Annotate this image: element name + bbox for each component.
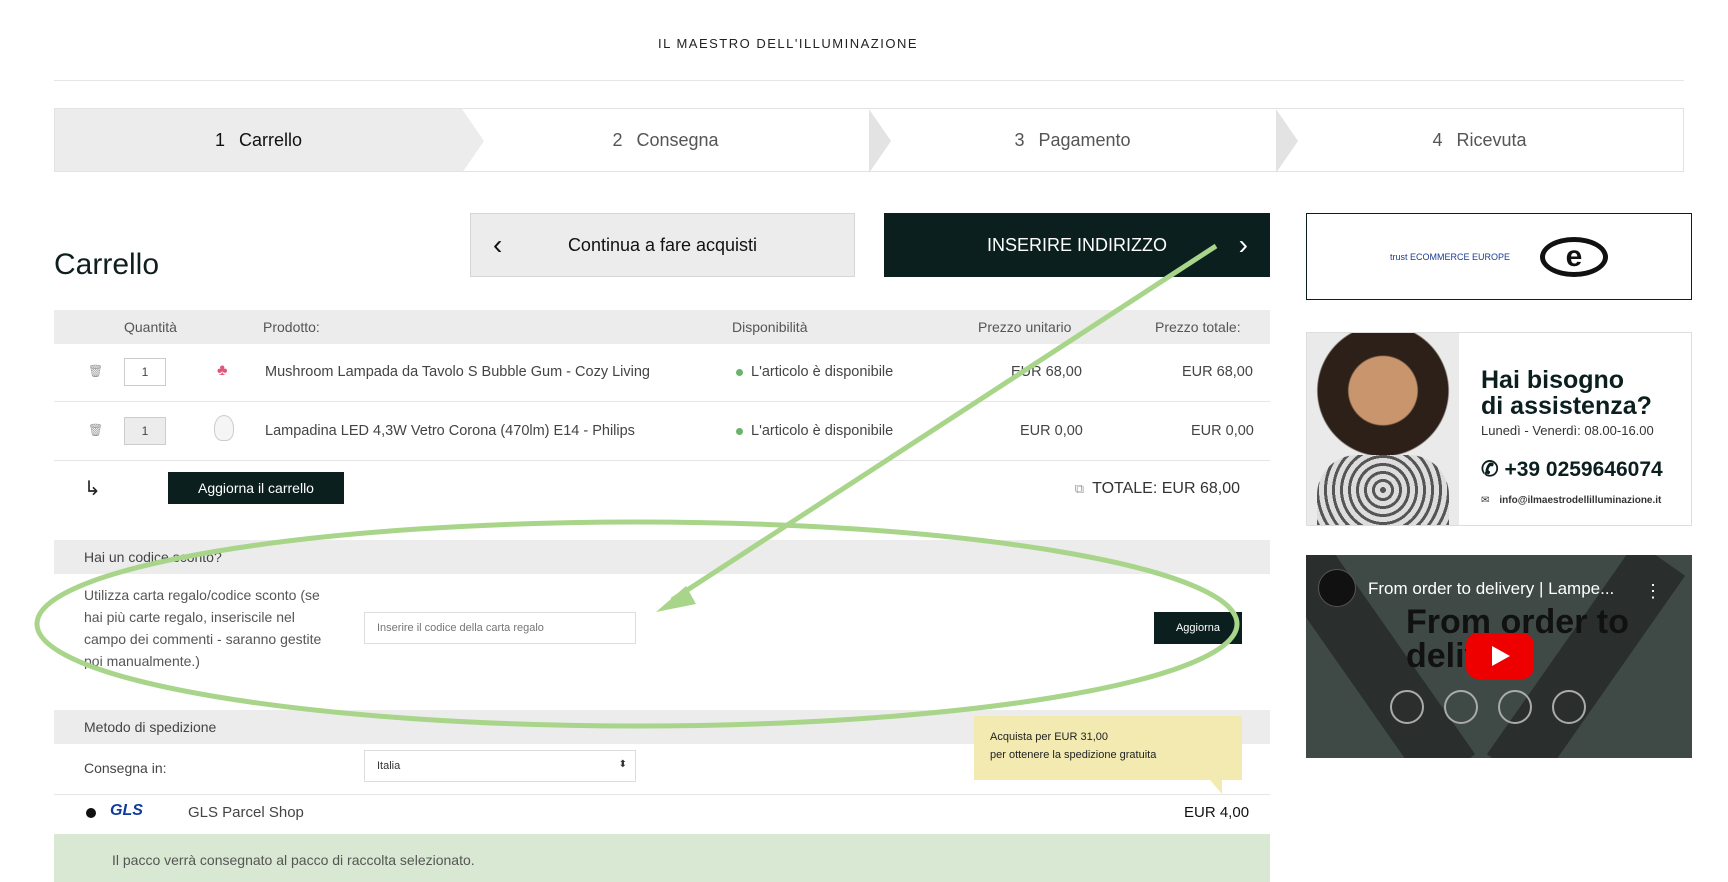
play-button-icon[interactable]	[1466, 633, 1534, 679]
shipping-note: Il pacco verrà consegnato al pacco di ra…	[54, 834, 1270, 882]
shipping-heading: Metodo di spedizione	[84, 719, 217, 735]
step-label: Consegna	[636, 129, 719, 150]
step-label: Ricevuta	[1456, 129, 1527, 150]
phone-icon: ✆	[1481, 458, 1505, 481]
gift-card-input[interactable]	[364, 612, 636, 644]
phone-number[interactable]: ✆ +39 0259646074	[1481, 457, 1663, 482]
step-cart[interactable]: 1 Carrello	[55, 109, 484, 173]
availability-label: L'articolo è disponibile	[751, 364, 894, 380]
discount-header: Hai un codice sconto?	[54, 540, 1270, 574]
step-payment[interactable]: 3 Pagamento	[869, 109, 1298, 173]
available-dot-icon	[736, 368, 743, 376]
deliver-to-label: Consegna in:	[84, 760, 167, 776]
tooltip-line: Acquista per EUR 31,00	[990, 731, 1109, 743]
shipping-price: EUR 4,00	[1184, 804, 1250, 821]
header-divider	[54, 80, 1684, 81]
step-delivery[interactable]: 2 Consegna	[462, 109, 891, 173]
copy-icon: ⧉	[1074, 481, 1085, 496]
product-name[interactable]: Lampadina LED 4,3W Vetro Corona (470lm) …	[265, 423, 635, 439]
trust-badge[interactable]: trust ECOMMERCE EUROPE e	[1306, 213, 1692, 300]
gls-logo: GLS	[110, 802, 143, 819]
video-title[interactable]: From order to delivery | Lampe...	[1368, 579, 1614, 599]
quantity-input[interactable]: 1	[124, 358, 166, 386]
product-name[interactable]: Mushroom Lampada da Tavolo S Bubble Gum …	[265, 364, 650, 380]
header-product: Prodotto:	[263, 319, 320, 335]
step-label: Pagamento	[1038, 129, 1131, 150]
more-vertical-icon[interactable]: ⋮	[1644, 581, 1662, 602]
unit-price: EUR 0,00	[1020, 423, 1083, 439]
discount-description: Utilizza carta regalo/codice sconto (se …	[84, 587, 322, 669]
bulb-thumbnail[interactable]	[214, 415, 234, 441]
checkout-steps: 1 Carrello 2 Consegna 3 Pagamento 4 Ricevuta	[54, 108, 1684, 173]
continue-shopping-button[interactable]: ‹ Continua a fare acquisti	[470, 213, 855, 277]
shipping-note-text: Il pacco verrà consegnato al pacco di ra…	[112, 852, 475, 868]
site-logo[interactable]: IL MAESTRO DELL'ILLUMINAZIONE	[0, 36, 1576, 51]
header-total-price: Prezzo totale:	[1155, 319, 1241, 335]
arrow-turn-icon: ↳	[84, 478, 101, 500]
annotation-arrow-head	[656, 586, 696, 612]
step-receipt[interactable]: 4 Ricevuta	[1276, 109, 1683, 171]
step-number: 1	[214, 129, 225, 150]
availability: L'articolo è disponibile	[736, 364, 893, 380]
shipping-divider	[54, 794, 1270, 795]
video-feature-icons	[1390, 690, 1586, 724]
cart-row: 🗑 1 ♣ Mushroom Lampada da Tavolo S Bubbl…	[54, 344, 1270, 402]
assistance-box: Hai bisogno di assistenza? Lunedì - Vener…	[1306, 332, 1692, 526]
update-cart-button[interactable]: Aggiorna il carrello	[168, 472, 344, 504]
step-number: 4	[1432, 129, 1443, 150]
step-number: 2	[612, 129, 623, 150]
header-quantity: Quantità	[124, 319, 177, 335]
step-number: 3	[1014, 129, 1025, 150]
total-price: EUR 68,00	[1182, 364, 1253, 380]
video-player[interactable]: From order to delivery | Lampe... ⋮ From…	[1306, 555, 1692, 758]
channel-avatar[interactable]	[1318, 569, 1356, 607]
mail-icon: ✉	[1481, 495, 1490, 506]
shipping-radio[interactable]	[86, 808, 96, 818]
total-price: EUR 0,00	[1191, 423, 1254, 439]
cart-total: ⧉ TOTALE: EUR 68,00	[1075, 480, 1240, 498]
opening-hours: Lunedì - Venerdì: 08.00-16.00	[1481, 423, 1654, 438]
step-label: Carrello	[238, 129, 303, 150]
available-dot-icon	[736, 427, 743, 435]
chevron-left-icon: ‹	[493, 229, 503, 260]
cart-total-label: TOTALE: EUR 68,00	[1092, 480, 1240, 497]
assistance-title: Hai bisogno di assistenza?	[1481, 366, 1652, 420]
header-availability: Disponibilità	[732, 319, 808, 335]
country-value: Italia	[377, 760, 401, 772]
tooltip-line: per ottenere la spedizione gratuita	[990, 749, 1157, 761]
discount-heading: Hai un codice sconto?	[84, 549, 222, 565]
free-shipping-tooltip: Acquista per EUR 31,00 per ottenere la sp…	[974, 716, 1242, 794]
mushroom-lamp-thumbnail[interactable]: ♣	[217, 362, 228, 380]
cart-row: 🗑 1 Lampadina LED 4,3W Vetro Corona (470…	[54, 403, 1270, 461]
cart-table-header: Quantità Prodotto: Disponibilità Prezzo …	[54, 310, 1270, 344]
ecommerce-europe-logo: trust ECOMMERCE EUROPE	[1389, 251, 1510, 262]
header-unit-price: Prezzo unitario	[978, 319, 1072, 335]
page-title: Carrello	[54, 248, 160, 281]
eye-logo-icon: e	[1540, 236, 1608, 277]
cart-footer: ↳ Aggiorna il carrello ⧉ TOTALE: EUR 68,0…	[54, 462, 1270, 514]
trash-icon[interactable]: 🗑	[88, 423, 103, 437]
enter-address-label: INSERIRE INDIRIZZO	[986, 234, 1167, 255]
continue-shopping-label: Continua a fare acquisti	[567, 234, 758, 255]
support-agent-photo	[1307, 333, 1459, 525]
shipping-method-name[interactable]: GLS Parcel Shop	[188, 804, 304, 821]
unit-price: EUR 68,00	[1011, 364, 1082, 380]
availability-label: L'articolo è disponibile	[751, 423, 894, 439]
chevron-right-icon: ›	[1238, 229, 1248, 260]
enter-address-button[interactable]: INSERIRE INDIRIZZO ›	[884, 213, 1270, 277]
support-email[interactable]: ✉ info@ilmaestrodellilluminazione.it	[1481, 495, 1661, 506]
select-arrows-icon: ⬍	[618, 759, 627, 770]
video-overlay-text: From order to delivery	[1406, 603, 1629, 673]
country-select[interactable]: Italia ⬍	[364, 750, 636, 782]
trash-icon[interactable]: 🗑	[88, 364, 103, 378]
apply-code-button[interactable]: Aggiorna	[1154, 612, 1242, 644]
quantity-input[interactable]: 1	[124, 417, 166, 445]
availability: L'articolo è disponibile	[736, 423, 893, 439]
